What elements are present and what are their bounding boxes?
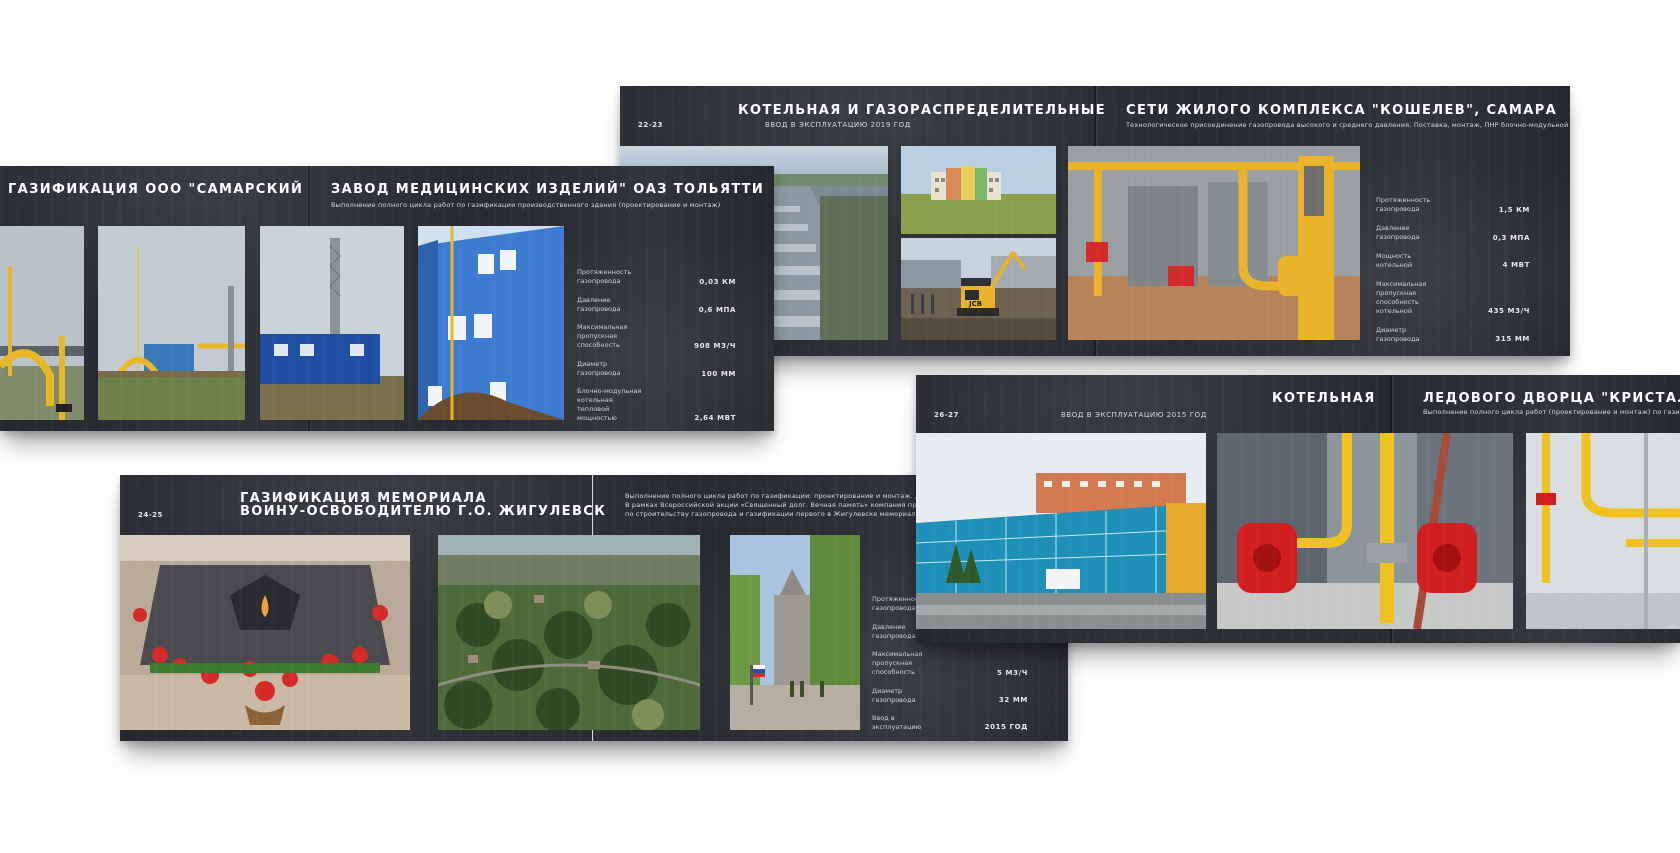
spec-label: Ввод в эксплуатацию: [872, 714, 922, 731]
spec-value: 2,64 МВТ: [694, 414, 736, 422]
spec-label: Блочно-модульная котельная тепловой мощн…: [577, 387, 642, 422]
project-description: Выполнение полного цикла работ по газифи…: [331, 201, 721, 209]
svg-text:JCB: JCB: [968, 300, 982, 308]
spec-value: 908 М3/Ч: [694, 342, 736, 350]
page-number: 22-23: [638, 121, 663, 129]
spec-value: 315 ММ: [1495, 335, 1530, 343]
spread-title-right: ЗАВОД МЕДИЦИНСКИХ ИЗДЕЛИЙ" ОАЗ ТОЛЬЯТТИ: [331, 182, 765, 197]
boiler-room-interior-photo: [1068, 146, 1360, 340]
spec-value: 4 МВТ: [1502, 261, 1530, 269]
spec-label: Диаметр газопровода: [1376, 326, 1420, 343]
spec-label: Максимальная пропускная способность: [872, 650, 923, 676]
memorial-statue-photo: [730, 535, 860, 730]
spec-label: Максимальная пропускная способность: [577, 323, 628, 349]
spec-value: 0,03 КМ: [699, 278, 736, 286]
red-gas-burners-photo: [1217, 433, 1513, 629]
spec-value: 100 ММ: [701, 370, 736, 378]
spec-label: Максимальная пропускная способность коте…: [1376, 280, 1427, 315]
spec-value: 0,6 МПА: [698, 306, 736, 314]
spread-title-line2: ВОИНУ-ОСВОБОДИТЕЛЮ Г.О. ЖИГУЛЕВСК: [240, 504, 607, 519]
spec-label: Давление газопровода: [577, 296, 621, 313]
spec-value: 1,5 КМ: [1498, 206, 1530, 214]
spec-value: 5 М3/Ч: [997, 669, 1028, 677]
project-description: Выполнение полного цикла работ (проектир…: [1423, 408, 1680, 416]
aerial-town-photo: [438, 535, 700, 730]
blue-building-photo: [418, 226, 564, 420]
gas-pipes-photo: [0, 226, 84, 420]
description-line: В рамках Всероссийской акции «Священный …: [625, 501, 957, 509]
project-description: Технологическое присоединение газопровод…: [1126, 121, 1570, 129]
gas-distribution-point-photo: [98, 226, 245, 420]
excavator-construction-photo: JCB: [901, 238, 1056, 340]
spread-title-left: КОТЕЛЬНАЯ И ГАЗОРАСПРЕДЕЛИТЕЛЬНЫЕ: [738, 103, 1107, 118]
modular-boiler-photo: [260, 226, 404, 420]
cut-off-text: Мо: [1668, 623, 1678, 631]
spread-26-27: 26-27 ВВОД В ЭКСПЛУАТАЦИЮ 2015 ГОД КОТЕЛ…: [916, 375, 1680, 643]
commissioning-note: ВВОД В ЭКСПЛУАТАЦИЮ 2015 ГОД: [1061, 411, 1207, 419]
spec-value: 2015 ГОД: [984, 723, 1028, 731]
page-number: 26-27: [934, 411, 959, 419]
spec-label: Протяженность газопровода: [577, 268, 632, 285]
description-line: Выполнение полного цикла работ по газифи…: [625, 492, 953, 500]
eternal-flame-memorial-photo: [120, 535, 410, 730]
spec-label: Давление газопровода: [1376, 224, 1420, 241]
residential-building-photo: [901, 146, 1056, 234]
commissioning-note: ВВОД В ЭКСПЛУАТАЦИЮ 2019 ГОД: [765, 121, 911, 129]
spec-value: 32 ММ: [998, 696, 1028, 704]
spec-label: Мощность котельной: [1376, 252, 1413, 269]
spec-label: Протяженность газопровода: [1376, 196, 1431, 213]
spread-title-right: СЕТИ ЖИЛОГО КОМПЛЕКСА "КОШЕЛЕВ", САМАРА: [1126, 103, 1558, 118]
spec-value: 0,3 МПА: [1492, 234, 1530, 242]
spec-label: Диаметр газопровода: [872, 687, 916, 704]
yellow-pipes-room-photo: [1526, 433, 1680, 629]
page-number: 24-25: [138, 511, 163, 519]
spec-value: 435 М3/Ч: [1488, 307, 1530, 315]
ice-palace-photo: [916, 433, 1206, 629]
description-line: по строительству газопровода и газификац…: [625, 510, 957, 518]
spread-title-left: ГАЗИФИКАЦИЯ ООО "САМАРСКИЙ: [8, 182, 304, 197]
spread-title-left: КОТЕЛЬНАЯ: [1272, 391, 1376, 406]
spread-title-right: ЛЕДОВОГО ДВОРЦА "КРИСТАЛЛ": [1423, 391, 1680, 406]
spread-tolyatti: ГАЗИФИКАЦИЯ ООО "САМАРСКИЙ ЗАВОД МЕДИЦИН…: [0, 166, 774, 431]
spec-label: Диаметр газопровода: [577, 360, 621, 377]
